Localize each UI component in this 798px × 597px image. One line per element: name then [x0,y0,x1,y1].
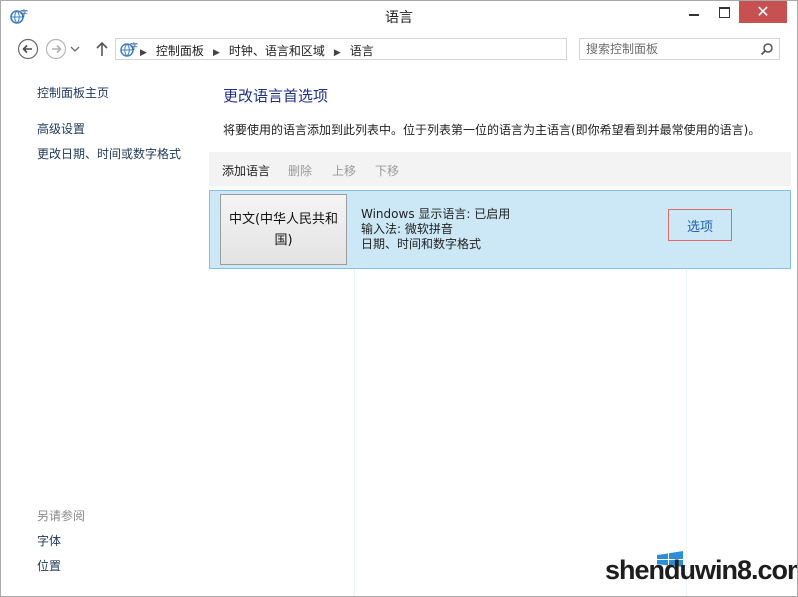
maximize-icon [718,6,730,18]
options-link[interactable]: 选项 [687,216,713,235]
language-toolbar: 添加语言 删除 上移 下移 [209,152,791,186]
breadcrumb-clock-language-region[interactable]: 时钟、语言和区域 [229,44,325,58]
title-bar: 字 语言 ✕ [1,1,797,32]
breadcrumb: ▶ 控制面板 ▶ 时钟、语言和区域 ▶ 语言 [140,42,374,59]
minimize-button[interactable] [679,1,709,23]
page-description: 将要使用的语言添加到此列表中。位于列表第一位的语言为主语言(即你希望看到并最常使… [223,123,761,137]
breadcrumb-separator-icon[interactable]: ▶ [213,48,220,58]
search-box[interactable] [579,38,780,60]
history-dropdown-icon[interactable] [69,38,81,60]
column-divider [354,269,355,596]
display-language-status: Windows 显示语言: 已启用 [361,207,511,221]
move-up-button[interactable]: 上移 [332,162,356,179]
breadcrumb-separator-icon[interactable]: ▶ [334,48,341,58]
advanced-settings-link[interactable]: 高级设置 [37,120,85,137]
address-bar[interactable]: 字 ▶ 控制面板 ▶ 时钟、语言和区域 ▶ 语言 [115,38,672,60]
minimize-icon [689,14,699,16]
page-title: 更改语言首选项 [223,87,329,105]
remove-button[interactable]: 删除 [288,162,312,179]
column-divider [686,269,687,596]
magnifier-icon[interactable] [760,42,774,56]
forward-arrow-icon[interactable] [45,38,67,60]
control-panel-window: 字 语言 ✕ 字 ▶ 控制面板 ▶ 时钟、语言和区域 ▶ 语言 搜索控制面板 控… [0,0,798,597]
language-details: Windows 显示语言: 已启用 输入法: 微软拼音 日期、时间和数字格式 [361,207,510,252]
fonts-link[interactable]: 字体 [37,532,61,549]
breadcrumb-control-panel[interactable]: 控制面板 [156,44,204,58]
input-method-status: 输入法: 微软拼音 [361,222,453,236]
location-link[interactable]: 位置 [37,557,61,574]
watermark: shenduwin8.com [601,551,798,593]
close-button[interactable]: ✕ [739,1,787,23]
maximize-button[interactable] [709,1,739,23]
language-name-button[interactable]: 中文(中华人民共和国) [220,194,347,265]
see-also-label: 另请参阅 [37,509,86,523]
svg-text:字: 字 [130,41,138,51]
search-input[interactable] [586,41,754,57]
breadcrumb-language[interactable]: 语言 [350,44,374,58]
language-name: 中文(中华人民共和国) [228,211,339,248]
close-icon: ✕ [756,2,770,21]
change-date-time-format-link[interactable]: 更改日期、时间或数字格式 [37,145,181,162]
watermark-text: shenduwin8.com [605,555,798,585]
breadcrumb-separator-icon[interactable]: ▶ [140,48,147,58]
move-down-button[interactable]: 下移 [375,162,399,179]
control-panel-home-link[interactable]: 控制面板主页 [37,84,109,101]
options-highlight: 选项 [668,209,732,241]
up-arrow-icon[interactable] [93,38,111,60]
add-language-button[interactable]: 添加语言 [222,162,270,179]
date-time-format-status: 日期、时间和数字格式 [361,237,482,251]
back-arrow-icon[interactable] [17,38,39,60]
language-list-item[interactable]: 中文(中华人民共和国) Windows 显示语言: 已启用 输入法: 微软拼音 … [209,190,791,269]
control-panel-icon: 字 [120,41,138,57]
window-title: 语言 [385,10,413,26]
